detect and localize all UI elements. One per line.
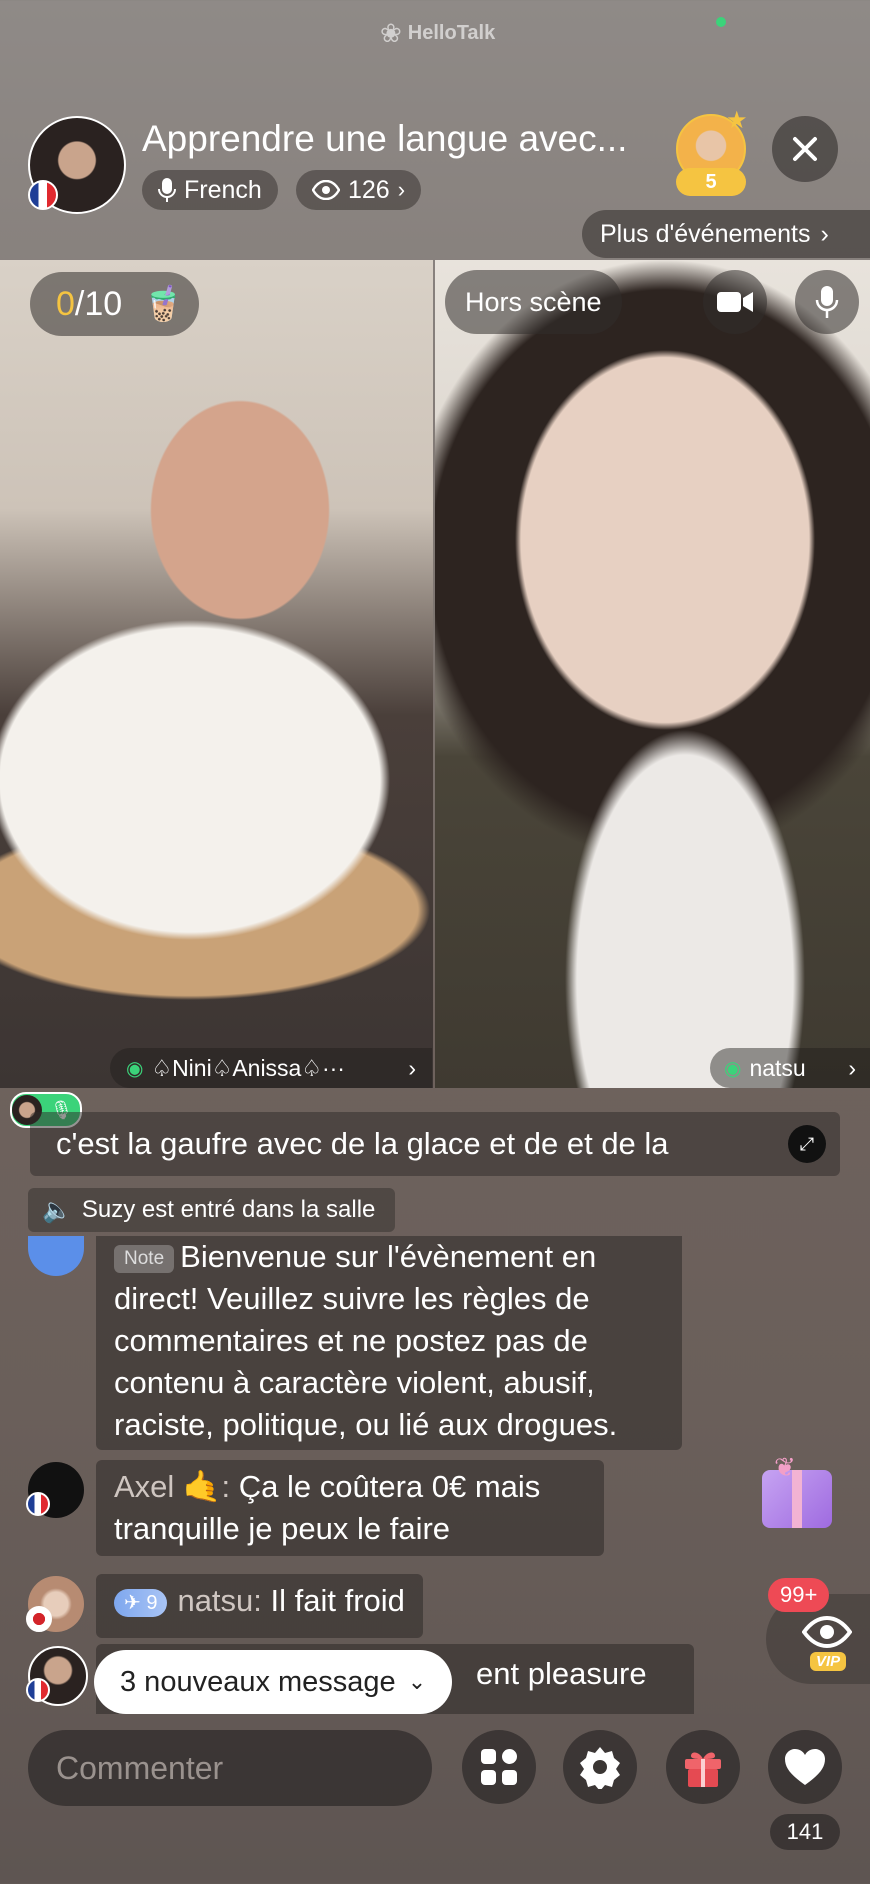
gift-counter[interactable]: 0/10 🧋 xyxy=(30,272,199,336)
signal-icon: ◉ xyxy=(126,1057,144,1080)
live-caption: c'est la gaufre avec de la glace et de e… xyxy=(30,1112,840,1176)
left-participant-tag[interactable]: ◉ ♤Nini♤Anissa♤··· › xyxy=(110,1048,432,1088)
japan-flag-icon xyxy=(26,1606,52,1632)
note-message: Note Bienvenue sur l'évènement en direct!… xyxy=(96,1236,682,1450)
settings-button[interactable] xyxy=(563,1730,637,1804)
announcement-avatar xyxy=(28,1236,84,1276)
language-chip[interactable]: French xyxy=(142,170,278,210)
new-messages-label: 3 nouveaux message xyxy=(120,1665,396,1698)
video-camera-icon xyxy=(717,292,753,312)
caption-text: c'est la gaufre avec de la glace et de e… xyxy=(56,1126,669,1161)
vip-label: VIP xyxy=(810,1652,847,1671)
join-notice: 🔈 Suzy est entré dans la salle xyxy=(28,1188,396,1232)
right-participant-name: natsu xyxy=(749,1054,806,1081)
chat-text: ent pleasure xyxy=(476,1656,647,1691)
viewer-count: 126 xyxy=(348,175,390,204)
signal-icon: ◉ xyxy=(724,1057,742,1080)
speaker-icon: 🔈 xyxy=(42,1196,72,1224)
status-dot xyxy=(716,17,726,27)
right-participant-tag[interactable]: ◉ natsu › xyxy=(710,1048,870,1088)
event-title: Apprendre une langue avec... xyxy=(142,118,628,159)
eye-icon xyxy=(312,180,340,200)
heart-icon xyxy=(785,1749,825,1785)
close-button[interactable] xyxy=(772,116,838,182)
microphone-icon xyxy=(158,178,176,202)
right-video-stream[interactable]: Hors scène ◉ natsu › xyxy=(435,260,870,1088)
france-flag-icon xyxy=(26,1678,50,1702)
offstage-button[interactable]: Hors scène xyxy=(445,270,622,334)
join-notice-text: Suzy est entré dans la salle xyxy=(81,1196,376,1223)
france-flag-icon xyxy=(26,1492,50,1516)
gift-bow: ❦ xyxy=(774,1452,796,1482)
language-label: French xyxy=(184,175,262,204)
note-tag: Note xyxy=(114,1244,175,1273)
chevron-right-icon: › xyxy=(820,219,829,248)
chevron-right-icon: › xyxy=(848,1054,856,1081)
left-video-stream[interactable]: 0/10 🧋 ◉ ♤Nini♤Anissa♤··· › xyxy=(0,260,433,1088)
more-events-label: Plus d'événements xyxy=(600,219,811,248)
crown-icon: ★ xyxy=(726,107,748,134)
left-participant-name: ♤Nini♤Anissa♤··· xyxy=(151,1054,345,1081)
brand-icon: ❀ xyxy=(380,18,402,48)
comment-placeholder: Commenter xyxy=(56,1749,224,1786)
double-chevron-down-icon: ⌄ xyxy=(407,1669,427,1694)
comment-input[interactable]: Commenter xyxy=(28,1730,432,1806)
chat-message: Axel 🤙: Ça le coûtera 0€ mais tranquille… xyxy=(96,1460,604,1556)
gift-icon xyxy=(685,1752,721,1787)
gift-box-button[interactable]: ❦ xyxy=(748,1446,848,1536)
grid-icon xyxy=(481,1749,517,1785)
chat-username[interactable]: natsu: xyxy=(177,1583,261,1618)
brand-logo: ❀ HelloTalk xyxy=(380,18,495,49)
gift-counter-value: 0/10 xyxy=(56,284,123,323)
eye-icon xyxy=(802,1616,852,1648)
chevron-right-icon: › xyxy=(408,1054,416,1081)
expand-icon: ⤢ xyxy=(799,1133,815,1154)
chat-username[interactable]: Axel 🤙: xyxy=(114,1469,230,1504)
camera-toggle-button[interactable] xyxy=(703,270,767,334)
like-count: 141 xyxy=(770,1814,840,1850)
offstage-label: Hors scène xyxy=(465,286,602,317)
send-gift-button[interactable] xyxy=(666,1730,740,1804)
host-level-badge: 5 xyxy=(676,168,746,196)
france-flag-icon xyxy=(28,180,58,210)
note-text: Bienvenue sur l'évènement en direct! Veu… xyxy=(114,1239,618,1442)
expand-caption-button[interactable]: ⤢ xyxy=(788,1125,826,1163)
level-badge: ✈ 9 xyxy=(114,1588,168,1617)
like-button[interactable] xyxy=(768,1730,842,1804)
chat-text: Il fait froid xyxy=(261,1583,405,1618)
new-messages-button[interactable]: 3 nouveaux message ⌄ xyxy=(94,1650,453,1714)
more-events-button[interactable]: Plus d'événements › xyxy=(582,210,870,258)
brand-name: HelloTalk xyxy=(407,22,496,44)
apps-button[interactable] xyxy=(462,1730,536,1804)
chevron-right-icon: › xyxy=(397,177,406,202)
microphone-icon xyxy=(815,286,839,318)
bubble-tea-icon: 🧋 xyxy=(142,285,185,323)
gear-icon xyxy=(580,1747,620,1789)
close-icon xyxy=(793,137,817,161)
chat-message: ✈ 9 natsu: Il fait froid xyxy=(96,1574,423,1638)
mic-toggle-button[interactable] xyxy=(795,270,859,334)
gift-count-badge: 99+ xyxy=(768,1578,830,1612)
viewer-count-chip[interactable]: 126 › xyxy=(296,170,422,210)
